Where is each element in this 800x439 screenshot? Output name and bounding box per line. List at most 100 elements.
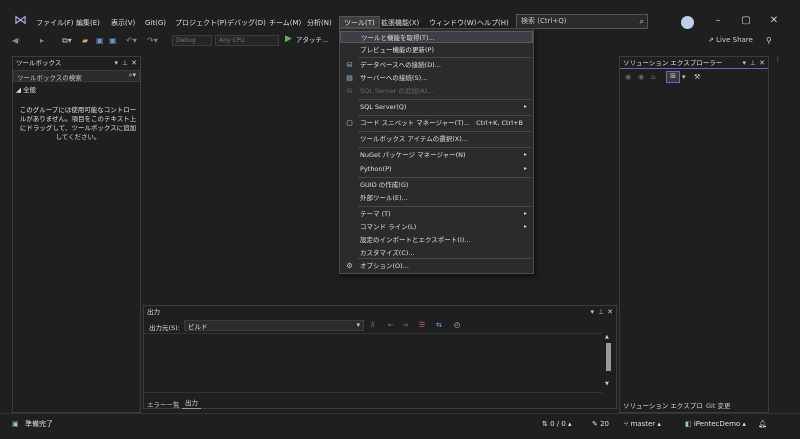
menu-git[interactable]: Git(G) <box>145 17 166 29</box>
configuration-combo[interactable]: Debug <box>172 35 212 46</box>
feedback-icon[interactable]: ⚲ <box>766 34 772 47</box>
dropdown-icon[interactable]: ▾ <box>742 57 746 69</box>
new-project-icon[interactable]: ⧉▾ <box>62 34 72 47</box>
maximize-icon[interactable]: ▢ <box>739 14 753 28</box>
tools-menu-item[interactable]: GUID の作成(G) <box>340 179 533 191</box>
timestamp-icon[interactable]: ◴ <box>454 321 460 329</box>
save-all-icon[interactable]: ▣ <box>109 34 117 47</box>
tools-menu-item[interactable]: 外部ツール(E)... <box>340 192 533 204</box>
undo-icon[interactable]: ↶▾ <box>126 34 137 47</box>
output-hscrollbar[interactable] <box>144 392 602 398</box>
avatar[interactable] <box>681 16 694 29</box>
changes-indicator[interactable]: ⇅ 0 / 0 ▴ <box>542 418 572 430</box>
commits-indicator[interactable]: ✎ 20 <box>592 418 609 430</box>
tools-menu-item[interactable]: SQL Server(Q) ▸ <box>340 101 533 113</box>
menu-analyze[interactable]: 分析(N) <box>307 17 332 29</box>
menu-view[interactable]: 表示(V) <box>111 17 135 29</box>
tools-menu-item[interactable]: コマンド ライン(L) ▸ <box>340 221 533 233</box>
status-text: 準備完了 <box>25 420 53 428</box>
menu-tools[interactable]: ツール(T) <box>339 16 380 28</box>
tab-git-changes[interactable]: Git 変更 <box>706 400 730 412</box>
close-panel-icon[interactable]: ✕ <box>607 306 613 318</box>
menu-separator <box>358 147 531 148</box>
tools-menu-item[interactable]: プレビュー機能の更新(P) <box>340 44 533 56</box>
pencil-icon: ✎ <box>592 420 601 428</box>
menu-edit[interactable]: 編集(E) <box>76 17 100 29</box>
repo-icon: ◧ <box>685 420 694 428</box>
scroll-thumb[interactable] <box>606 343 611 371</box>
tools-menu-item[interactable]: ツールと機能を取得(T)... <box>340 31 533 43</box>
view-switch-icon[interactable]: ⊞ <box>666 71 680 83</box>
toolbox-panel: ツールボックス ▾ ⊥ ✕ ツールボックスの検索 ⌕▾ ◢ 全般 このグループに… <box>12 56 141 413</box>
open-folder-icon[interactable]: ▰ <box>82 34 88 47</box>
scroll-up-icon[interactable]: ▲ <box>605 334 609 340</box>
toolbox-group-general[interactable]: ◢ 全般 <box>16 84 36 94</box>
output-scrollbar[interactable]: ▲ ▼ <box>605 334 613 390</box>
menu-file[interactable]: ファイル(F) <box>36 17 74 29</box>
tools-menu-item[interactable]: ▤ サーバーへの接続(S)... <box>340 72 533 84</box>
pin-icon[interactable]: ⊥ <box>750 57 756 69</box>
notifications-tab[interactable]: ⋮ <box>775 56 783 68</box>
back-icon[interactable]: ◉ <box>625 73 631 81</box>
clear-all-icon[interactable]: ☰ <box>419 321 425 329</box>
close-panel-icon[interactable]: ✕ <box>759 57 765 69</box>
forward-icon[interactable]: ▸ <box>40 34 44 47</box>
database-connect-icon: ⛁ <box>346 61 353 69</box>
close-icon[interactable]: ✕ <box>767 14 781 28</box>
pin-icon[interactable]: ⊥ <box>122 57 128 69</box>
attach-button[interactable]: アタッチ... <box>296 34 328 47</box>
find-message-icon[interactable]: ⊼ <box>370 321 375 329</box>
menu-debug[interactable]: デバッグ(D) <box>227 17 266 29</box>
tools-menu-item[interactable]: ツールボックス アイテムの選択(X)... <box>340 133 533 145</box>
word-wrap-icon[interactable]: ⇆ <box>436 321 442 329</box>
menu-separator <box>358 57 531 58</box>
snippet-icon: ▢ <box>346 119 353 127</box>
play-icon[interactable]: ▶ <box>285 34 292 44</box>
dropdown-icon[interactable]: ▾ <box>114 57 118 69</box>
close-panel-icon[interactable]: ✕ <box>131 57 137 69</box>
menu-project[interactable]: プロジェクト(P) <box>175 17 227 29</box>
toolbox-search-input[interactable]: ツールボックスの検索 ⌕▾ <box>13 70 140 82</box>
search-icon[interactable]: ⌕▾ <box>129 71 136 80</box>
tab-solution-explorer[interactable]: ソリューション エクスプローラー <box>620 400 704 422</box>
dropdown-icon[interactable]: ▾ <box>682 73 686 81</box>
minimize-icon[interactable]: – <box>711 14 725 28</box>
tab-output[interactable]: 出力 <box>182 398 201 409</box>
solution-explorer-panel: ソリューション エクスプローラー ▾ ⊥ ✕ ◉ ◉ ⌂ ⊞ ▾ ⚒ ソリューシ… <box>619 56 769 422</box>
configuration-value: Debug <box>176 37 196 44</box>
bell-icon[interactable]: 🔔︎ <box>758 418 767 430</box>
output-text-area[interactable] <box>144 333 602 391</box>
search-box[interactable]: 検索 (Ctrl+Q) ⌕ <box>516 14 648 29</box>
solution-explorer-title: ソリューション エクスプローラー <box>623 59 723 67</box>
menu-team[interactable]: チーム(M) <box>269 17 301 29</box>
tools-dropdown-menu: ツールと機能を取得(T)... プレビュー機能の更新(P) ⛁ データベースへの接続(… <box>339 28 534 274</box>
menu-separator <box>358 99 531 100</box>
live-share-button[interactable]: ⇗ Live Share <box>708 36 753 44</box>
next-message-icon[interactable]: ⇥ <box>402 321 408 329</box>
home-icon[interactable]: ⌂ <box>651 73 655 81</box>
branch-indicator[interactable]: ⑂ master ▴ <box>624 418 661 430</box>
tools-menu-item[interactable]: ⛁ データベースへの接続(D)... <box>340 59 533 71</box>
dropdown-icon[interactable]: ▾ <box>590 306 594 318</box>
forward-icon[interactable]: ◉ <box>638 73 644 81</box>
pin-icon[interactable]: ⊥ <box>598 306 604 318</box>
back-icon[interactable]: ◀· <box>12 34 21 47</box>
tools-menu-item[interactable]: NuGet パッケージ マネージャー(N) ▸ <box>340 149 533 161</box>
save-icon[interactable]: ▣ <box>96 34 104 47</box>
tools-menu-item[interactable]: ▢ コード スニペット マネージャー(T)... Ctrl+K, Ctrl+B <box>340 117 533 129</box>
wrench-icon[interactable]: ⚒ <box>694 73 700 81</box>
toolbox-empty-message: このグループには使用可能なコントロールがありません。項目をこのテキスト上にドラッ… <box>19 106 137 141</box>
tools-menu-item-label: ツールボックス アイテムの選択(X)... <box>360 135 468 143</box>
tools-menu-item[interactable]: テーマ (T) ▸ <box>340 208 533 220</box>
tools-menu-item[interactable]: ⚙ オプション(O)... <box>340 260 533 272</box>
scroll-down-icon[interactable]: ▼ <box>605 381 609 387</box>
output-source-select[interactable]: ビルド ▾ <box>184 320 364 331</box>
redo-icon[interactable]: ↷▾ <box>147 34 158 47</box>
repo-indicator[interactable]: ◧ iPentecDemo ▴ <box>685 418 746 430</box>
tools-menu-item[interactable]: カスタマイズ(C)... <box>340 247 533 259</box>
tools-menu-item[interactable]: 設定のインポートとエクスポート(I)... <box>340 234 533 246</box>
tools-menu-item[interactable]: Python(P) ▸ <box>340 163 533 175</box>
prev-message-icon[interactable]: ⇤ <box>388 321 394 329</box>
platform-combo[interactable]: Any CPU <box>215 35 279 46</box>
tab-error-list[interactable]: エラー一覧 <box>147 399 180 409</box>
